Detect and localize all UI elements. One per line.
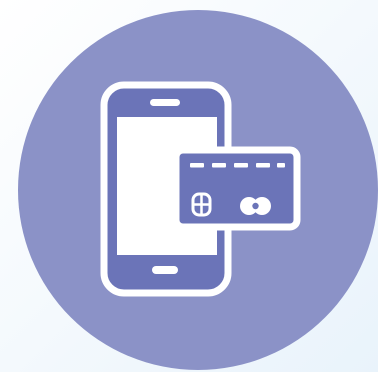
phone-speaker <box>150 99 180 106</box>
mobile-payment-illustration <box>0 0 378 372</box>
mobile-payment-icon <box>0 0 378 372</box>
credit-card-icon <box>172 146 301 231</box>
phone-home-button <box>152 266 178 274</box>
